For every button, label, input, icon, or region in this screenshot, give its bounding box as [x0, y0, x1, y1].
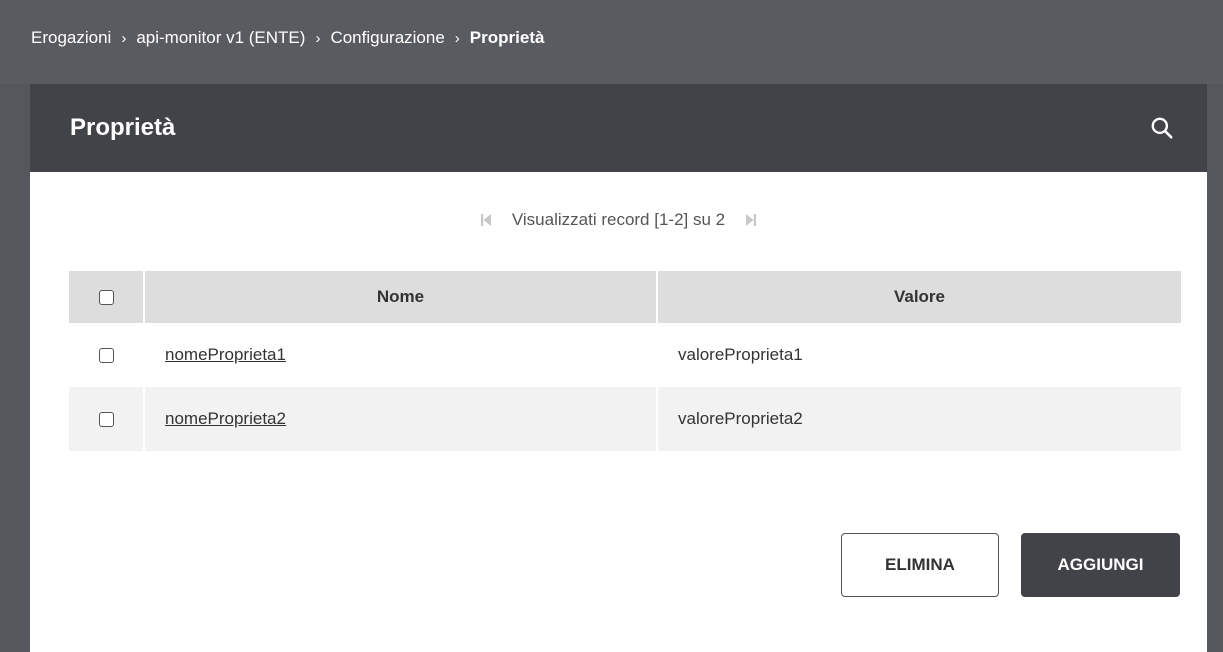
- column-header-name[interactable]: Nome: [144, 271, 658, 323]
- select-all-checkbox[interactable]: [98, 290, 114, 306]
- search-icon[interactable]: [1149, 115, 1175, 141]
- property-value: valoreProprieta2: [678, 409, 803, 428]
- properties-table: Nome Valore nomeProprieta1 valoreProprie…: [69, 271, 1181, 451]
- page-title: Proprietà: [70, 114, 176, 141]
- table-row: nomeProprieta2 valoreProprieta2: [69, 387, 1181, 451]
- name-cell: nomeProprieta1: [144, 323, 658, 387]
- breadcrumb-separator: ›: [454, 29, 460, 47]
- row-checkbox[interactable]: [98, 412, 114, 428]
- table-row: nomeProprieta1 valoreProprieta1: [69, 323, 1181, 387]
- row-checkbox[interactable]: [98, 348, 114, 364]
- breadcrumb-separator: ›: [315, 29, 321, 47]
- pagination-text: Visualizzati record [1-2] su 2: [511, 210, 726, 229]
- property-value: valoreProprieta1: [678, 345, 803, 364]
- pagination: Visualizzati record [1-2] su 2: [30, 210, 1207, 230]
- property-name-link[interactable]: nomeProprieta2: [165, 409, 286, 428]
- panel-header: Proprietà: [30, 84, 1207, 172]
- add-button[interactable]: AGGIUNGI: [1021, 533, 1180, 597]
- delete-button[interactable]: ELIMINA: [841, 533, 999, 597]
- select-all-cell: [69, 271, 145, 323]
- breadcrumb-item-erogazioni[interactable]: Erogazioni: [31, 28, 111, 48]
- breadcrumb-item-configurazione[interactable]: Configurazione: [330, 28, 444, 48]
- table-header-row: Nome Valore: [69, 271, 1181, 323]
- row-select-cell: [69, 323, 145, 387]
- property-name-link[interactable]: nomeProprieta1: [165, 345, 286, 364]
- name-cell: nomeProprieta2: [144, 387, 658, 451]
- breadcrumb-separator: ›: [121, 29, 127, 47]
- action-buttons: ELIMINA AGGIUNGI: [841, 533, 1180, 597]
- breadcrumb-item-api[interactable]: api-monitor v1 (ENTE): [136, 28, 305, 48]
- first-page-icon[interactable]: [480, 213, 492, 227]
- properties-panel: Proprietà Visualizzati record [1-2] su 2…: [30, 84, 1207, 652]
- column-header-value[interactable]: Valore: [657, 271, 1181, 323]
- breadcrumb-current: Proprietà: [469, 28, 545, 47]
- breadcrumb: Erogazioni › api-monitor v1 (ENTE) › Con…: [0, 0, 1223, 84]
- row-select-cell: [69, 387, 145, 451]
- last-page-icon[interactable]: [745, 213, 757, 227]
